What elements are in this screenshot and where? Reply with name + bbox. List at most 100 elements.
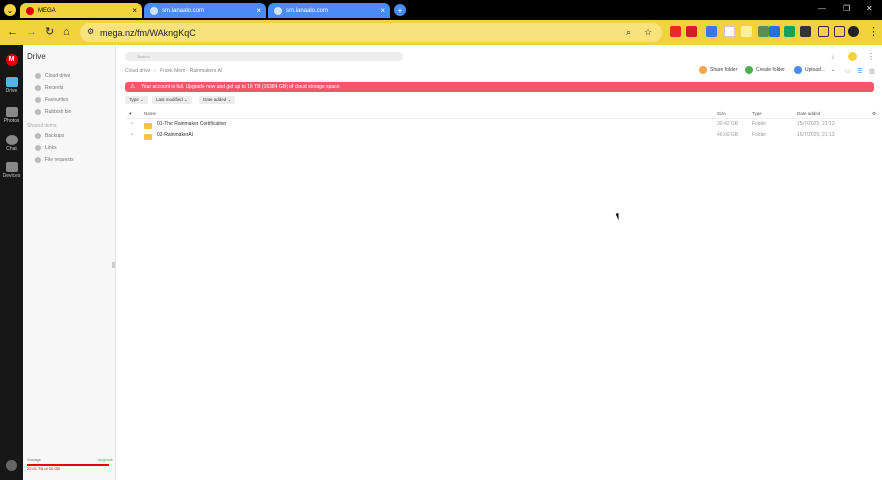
sidebar-item-label: Backups <box>45 133 65 139</box>
row-date: 15/7/2025, 21:13 <box>797 132 835 138</box>
share-folder-button[interactable]: Share folder <box>699 66 737 74</box>
sidebar-resize-handle[interactable] <box>112 262 115 268</box>
sort-view-icon[interactable]: ▥ <box>869 66 875 78</box>
extension-bulb-icon[interactable] <box>741 26 752 37</box>
row-bullet: • <box>131 121 133 127</box>
upload-button[interactable]: Upload... ⌄ <box>794 66 835 74</box>
extension-grid-icon[interactable] <box>706 26 717 37</box>
table-row[interactable]: • 01-The Rainmaker Certification 30.42 G… <box>125 121 878 131</box>
globe-icon <box>274 6 282 15</box>
filter-label: Date added <box>203 97 227 102</box>
sidebar-item-label: File requests <box>45 157 74 163</box>
back-icon[interactable]: ← <box>7 26 18 38</box>
close-icon[interactable]: × <box>132 6 137 15</box>
user-avatar-icon[interactable] <box>848 52 857 61</box>
rail-chat[interactable]: Chat <box>0 135 23 152</box>
column-settings-icon[interactable]: ⚙ <box>872 111 876 117</box>
filter-type[interactable]: Type ⌄ <box>125 96 148 104</box>
rail-drive[interactable]: Drive <box>0 77 23 94</box>
sidebar-item-backups[interactable]: Backups <box>35 133 64 139</box>
rail-devices[interactable]: Devices <box>0 162 23 179</box>
banner-text: Your account is full. Upgrade now and ge… <box>141 84 341 90</box>
extension-chat-icon[interactable] <box>769 26 780 37</box>
filter-date-added[interactable]: Date added ⌄ <box>199 96 236 104</box>
sidebar-item-label: Favourites <box>45 97 69 103</box>
close-icon[interactable]: × <box>256 6 261 15</box>
reload-icon[interactable]: ↻ <box>45 26 54 38</box>
create-folder-button[interactable]: Create folder <box>745 66 785 74</box>
column-size[interactable]: Size <box>717 111 726 116</box>
window-close-icon[interactable]: ✕ <box>866 4 873 13</box>
forward-icon[interactable]: → <box>26 26 37 38</box>
column-type[interactable]: Type <box>752 111 762 116</box>
zoom-icon[interactable]: ⌕ <box>626 26 631 38</box>
sidebar-item-label: Rubbish bin <box>45 109 72 115</box>
mega-logo-icon[interactable]: M <box>0 54 23 66</box>
extension-rocket-icon[interactable] <box>800 26 811 37</box>
main-menu-icon[interactable]: ⋮ <box>867 51 875 63</box>
extension-leaf-icon[interactable] <box>758 26 769 37</box>
sidebar-item-favourites[interactable]: Favourites <box>35 97 68 103</box>
minimize-icon[interactable]: — <box>818 4 826 13</box>
thumbnail-view-icon[interactable]: ▭ <box>845 66 851 78</box>
bookmark-star-icon[interactable]: ☆ <box>644 26 652 38</box>
site-info-icon[interactable]: ⚙ <box>87 26 94 38</box>
link-icon <box>35 145 41 151</box>
chevron-down-icon: ⌄ <box>831 67 836 73</box>
row-size: 46.09 GB <box>717 132 739 138</box>
breadcrumb-cloud-drive[interactable]: Cloud drive <box>125 68 150 74</box>
rail-devices-label: Devices <box>2 173 21 179</box>
extension-g-icon[interactable] <box>724 26 735 37</box>
share-icon <box>699 66 707 74</box>
drive-sidebar: Drive Cloud drive Recents Favourites Rub… <box>23 45 116 480</box>
share-label: Share folder <box>710 67 738 73</box>
storage-meter[interactable]: Storage Upgrade 22.01 TB of 20 GB <box>27 457 113 471</box>
notifications-bell-icon[interactable]: ♪ <box>831 52 835 64</box>
extensions-puzzle-icon[interactable] <box>818 26 829 37</box>
filter-last-modified[interactable]: Last modified ⌄ <box>152 96 192 104</box>
upload-label: Upload... <box>805 67 826 73</box>
favourite-column-icon[interactable]: ♥ <box>129 111 132 116</box>
list-view-icon[interactable]: ☰ <box>857 66 862 78</box>
rail-photos[interactable]: Photos <box>0 107 23 124</box>
column-date[interactable]: Date added <box>797 111 820 116</box>
column-name[interactable]: Name <box>144 111 156 116</box>
mega-favicon-icon <box>26 6 34 15</box>
folder-icon <box>144 134 152 140</box>
add-folder-icon <box>745 66 753 74</box>
breadcrumb-current[interactable]: Frank Mem - Rainmakers AI <box>160 68 222 74</box>
extension-new-icon[interactable] <box>686 26 697 37</box>
tab-lanaalo-1[interactable]: sm.lanaalo.com × <box>144 3 266 18</box>
sidebar-item-file-requests[interactable]: File requests <box>35 157 74 163</box>
maximize-icon[interactable]: ❐ <box>843 4 850 13</box>
tab-mega[interactable]: MEGA × <box>20 3 142 18</box>
tab-search-icon[interactable]: ⌄ <box>4 4 16 16</box>
sidebar-item-cloud-drive[interactable]: Cloud drive <box>35 73 70 79</box>
cloud-icon <box>35 73 41 79</box>
home-icon[interactable]: ⌂ <box>63 26 70 38</box>
upload-icon <box>794 66 802 74</box>
sidebar-item-links[interactable]: Links <box>35 145 57 151</box>
profile-avatar-icon[interactable] <box>848 26 859 37</box>
close-icon[interactable]: × <box>380 6 385 15</box>
account-full-banner[interactable]: ⚠ Your account is full. Upgrade now and … <box>125 82 874 92</box>
breadcrumb: Cloud drive › Frank Mem - Rainmakers AI <box>125 68 222 74</box>
rail-photos-label: Photos <box>3 118 20 124</box>
extension-youtube-icon[interactable] <box>670 26 681 37</box>
tab-lanaalo-2[interactable]: sm.lanaalo.com × <box>268 3 390 18</box>
sidebar-item-recents[interactable]: Recents <box>35 85 63 91</box>
sidebar-panel-icon[interactable] <box>834 26 845 37</box>
row-name: 02-RainmakerAI <box>157 132 194 138</box>
account-avatar-icon[interactable] <box>0 460 23 471</box>
file-request-icon <box>35 157 41 163</box>
upgrade-link[interactable]: Upgrade <box>98 457 113 462</box>
table-row[interactable]: • 02-RainmakerAI 46.09 GB Folder 15/7/20… <box>125 132 878 142</box>
sidebar-item-rubbish[interactable]: Rubbish bin <box>35 109 71 115</box>
address-bar[interactable]: ⚙ mega.nz/fm/WAkngKqC ⌕ ☆ <box>80 23 662 42</box>
extension-pen-icon[interactable] <box>784 26 795 37</box>
chrome-menu-icon[interactable]: ⋮ <box>868 26 879 38</box>
search-input[interactable]: Search <box>125 52 403 61</box>
tab-title: sm.lanaalo.com <box>162 7 205 14</box>
row-type: Folder <box>752 121 767 127</box>
new-tab-button[interactable]: + <box>394 4 406 16</box>
